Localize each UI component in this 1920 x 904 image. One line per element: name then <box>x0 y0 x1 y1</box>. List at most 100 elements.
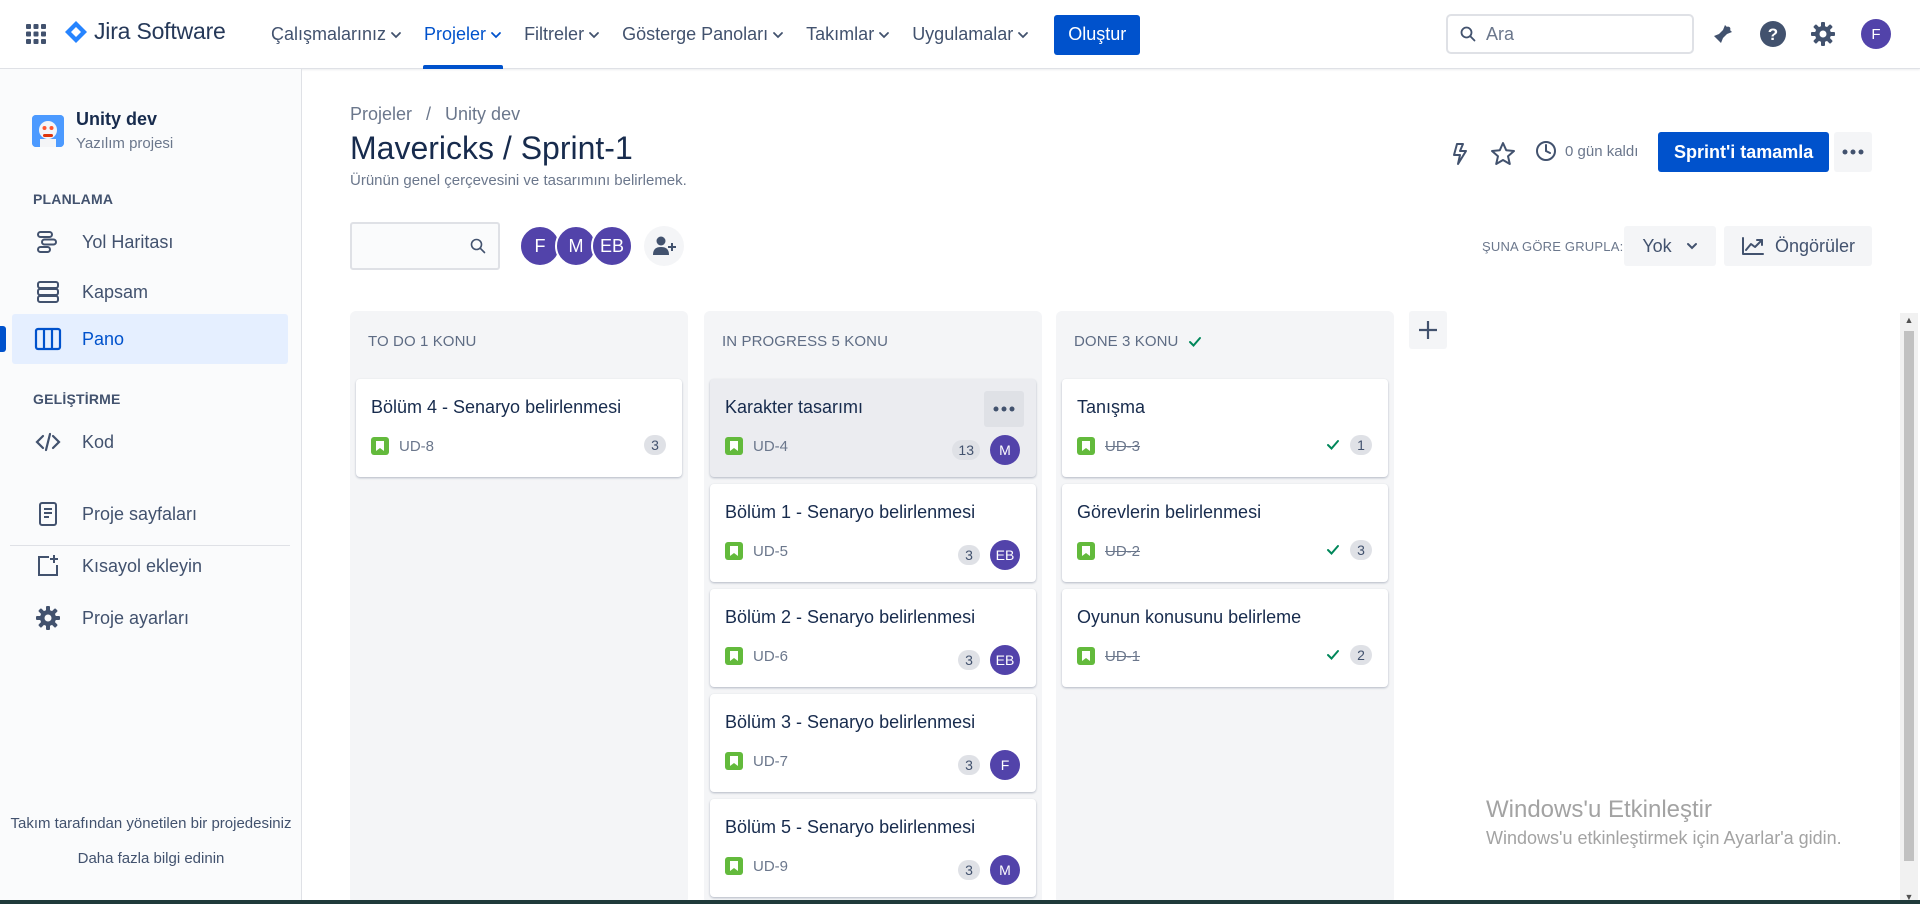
issue-meta: 2 <box>1326 645 1372 665</box>
column-title: DONE 3 KONU <box>1074 333 1179 350</box>
issue-card[interactable]: Bölüm 4 - Senaryo belirlenmesi UD-8 3 <box>356 379 682 477</box>
issue-card[interactable]: Bölüm 5 - Senaryo belirlenmesi UD-9 3 M <box>710 799 1036 897</box>
issue-card[interactable]: Görevlerin belirlenmesi UD-2 3 <box>1062 484 1388 582</box>
breadcrumb-projects[interactable]: Projeler <box>350 104 412 125</box>
issue-footer: UD-1 <box>1077 647 1140 665</box>
add-people-button[interactable] <box>644 226 684 266</box>
settings-gear-icon[interactable] <box>1809 20 1837 48</box>
sidebar-item-project-settings[interactable]: Proje ayarları <box>12 593 288 643</box>
sidebar-item-backlog[interactable]: Kapsam <box>12 267 288 317</box>
automation-lightning-icon[interactable] <box>1446 140 1474 168</box>
global-search[interactable] <box>1446 14 1694 54</box>
nav-item[interactable]: Projeler <box>413 0 513 69</box>
column-header: IN PROGRESS 5 KONU <box>722 333 888 350</box>
avatar-filter[interactable]: EB <box>591 225 633 267</box>
nav-item[interactable]: Gösterge Panoları <box>611 0 795 69</box>
issue-key[interactable]: UD-7 <box>753 753 788 770</box>
issue-key[interactable]: UD-9 <box>753 858 788 875</box>
project-header[interactable]: Unity dev Yazılım projesi <box>32 109 173 152</box>
issue-key[interactable]: UD-8 <box>399 438 434 455</box>
issue-footer: UD-9 <box>725 857 788 875</box>
sidebar-item-add-shortcut[interactable]: Kısayol ekleyin <box>12 541 288 591</box>
create-button[interactable]: Oluştur <box>1054 14 1141 55</box>
breadcrumb-project[interactable]: Unity dev <box>445 104 520 125</box>
column-header: DONE 3 KONU <box>1074 333 1202 350</box>
issue-card[interactable]: Bölüm 1 - Senaryo belirlenmesi UD-5 3 EB <box>710 484 1036 582</box>
nav-item[interactable]: Takımlar <box>795 0 901 69</box>
nav-item-label: Uygulamalar <box>912 24 1014 44</box>
project-name: Unity dev <box>76 109 158 129</box>
scroll-thumb[interactable] <box>1904 331 1914 861</box>
done-check-icon <box>1189 336 1202 347</box>
issue-key[interactable]: UD-1 <box>1105 648 1140 665</box>
nav-item-label: Filtreler <box>524 24 585 44</box>
assignee-avatar[interactable]: F <box>990 750 1020 780</box>
sidebar-item-label: Kod <box>82 431 115 452</box>
search-icon <box>1460 26 1476 42</box>
issue-key[interactable]: UD-4 <box>753 438 788 455</box>
issue-key[interactable]: UD-3 <box>1105 438 1140 455</box>
board-column: TO DO 1 KONU Bölüm 4 - Senaryo belirlenme… <box>350 311 688 904</box>
notifications-icon[interactable] <box>1709 20 1737 48</box>
add-person-icon <box>653 236 676 255</box>
watermark-subtitle: Windows'u etkinleştirmek için Ayarlar'a … <box>1486 828 1842 848</box>
issue-summary: Bölüm 2 - Senaryo belirlenmesi <box>725 607 976 627</box>
sidebar-item-roadmap[interactable]: Yol Haritası <box>12 217 288 267</box>
project-sidebar: Unity dev Yazılım projesi PLANLAMA Yol H… <box>0 69 302 904</box>
complete-sprint-button[interactable]: Sprint'i tamamla <box>1658 132 1830 172</box>
board-search-input[interactable] <box>350 222 500 270</box>
sidebar-item-project-pages[interactable]: Proje sayfaları <box>12 489 288 539</box>
issue-key[interactable]: UD-2 <box>1105 543 1140 560</box>
sidebar-item-code[interactable]: Kod <box>12 417 288 467</box>
search-input[interactable] <box>1486 23 1676 45</box>
sidebar-item-board[interactable]: Pano <box>0 314 288 364</box>
more-dots-icon <box>1842 149 1864 155</box>
chevron-down-icon <box>391 31 401 38</box>
add-column-button[interactable] <box>1409 311 1447 349</box>
clock-icon <box>1536 141 1556 161</box>
issue-key[interactable]: UD-6 <box>753 648 788 665</box>
issue-key[interactable]: UD-5 <box>753 543 788 560</box>
help-icon[interactable]: ? <box>1759 20 1787 48</box>
assignee-avatar[interactable]: EB <box>990 540 1020 570</box>
insights-button[interactable]: Öngörüler <box>1724 226 1872 266</box>
issue-card[interactable]: Bölüm 3 - Senaryo belirlenmesi UD-7 3 F <box>710 694 1036 792</box>
issue-card[interactable]: Oyunun konusunu belirleme UD-1 2 <box>1062 589 1388 687</box>
more-actions-button[interactable] <box>1834 132 1872 172</box>
story-points-badge: 3 <box>958 650 980 670</box>
issue-meta: 1 <box>1326 435 1372 455</box>
issue-card[interactable]: Bölüm 2 - Senaryo belirlenmesi UD-6 3 EB <box>710 589 1036 687</box>
nav-item[interactable]: Uygulamalar <box>901 0 1040 69</box>
vertical-scrollbar[interactable]: ▲ ▼ <box>1900 313 1918 904</box>
more-dots-icon <box>993 406 1015 412</box>
story-points-badge: 3 <box>958 860 980 880</box>
learn-more-link[interactable]: Daha fazla bilgi edinin <box>0 850 302 867</box>
sidebar-item-label: Kapsam <box>82 281 149 302</box>
jira-logo[interactable]: Jira Software <box>64 18 226 45</box>
nav-item[interactable]: Filtreler <box>513 0 611 69</box>
group-by-select[interactable]: Yok <box>1624 226 1716 266</box>
star-icon[interactable] <box>1489 140 1517 168</box>
user-avatar[interactable]: F <box>1861 19 1891 49</box>
issue-footer: UD-4 <box>725 437 788 455</box>
nav-item[interactable]: Çalışmalarınız <box>260 0 413 69</box>
issue-card[interactable]: Tanışma UD-3 1 <box>1062 379 1388 477</box>
assignee-avatar[interactable]: EB <box>990 645 1020 675</box>
add-shortcut-icon <box>34 552 62 580</box>
chart-trend-icon <box>1741 237 1764 255</box>
done-check-icon <box>1327 440 1339 450</box>
issue-summary: Bölüm 1 - Senaryo belirlenmesi <box>725 502 976 522</box>
assignee-avatar[interactable]: M <box>990 855 1020 885</box>
app-switcher-icon[interactable] <box>24 22 48 46</box>
watermark-title: Windows'u Etkinleştir <box>1486 796 1712 823</box>
sidebar-item-label: Proje ayarları <box>82 607 190 628</box>
assignee-avatar[interactable]: M <box>990 435 1020 465</box>
issue-meta: 3F <box>958 750 1020 780</box>
gear-icon <box>34 604 62 632</box>
page-title: Mavericks / Sprint-1 <box>350 130 633 166</box>
story-type-icon <box>1077 542 1095 560</box>
issue-card[interactable]: Karakter tasarımı UD-4 13 M <box>710 379 1036 477</box>
card-more-button[interactable] <box>984 391 1024 427</box>
nav-item-label: Projeler <box>424 24 487 44</box>
scroll-up-arrow[interactable]: ▲ <box>1904 315 1914 325</box>
